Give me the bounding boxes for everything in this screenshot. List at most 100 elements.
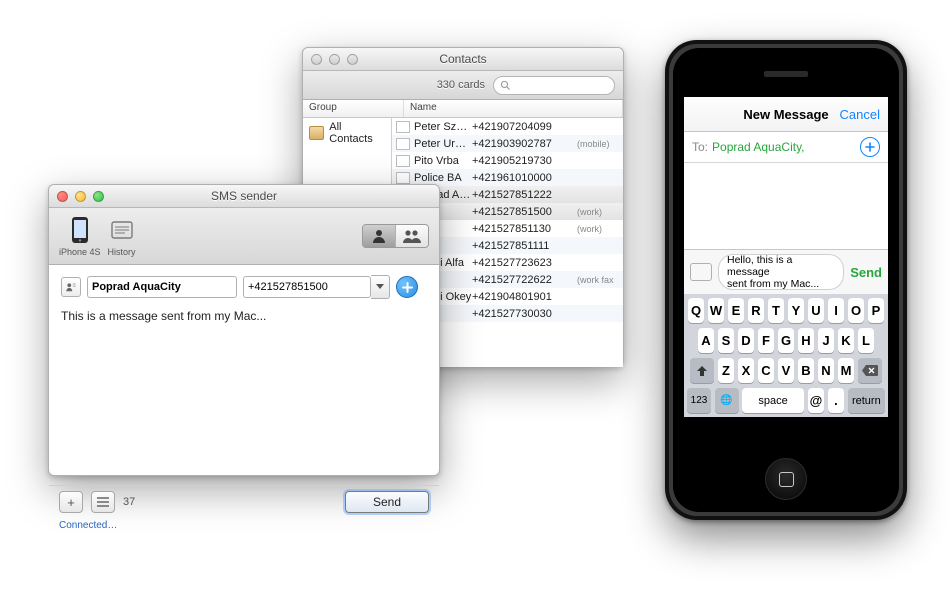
key-n[interactable]: N bbox=[818, 358, 835, 383]
add-contact-button[interactable] bbox=[860, 137, 880, 157]
minimize-icon[interactable] bbox=[329, 54, 340, 65]
close-icon[interactable] bbox=[57, 191, 68, 202]
key-123[interactable]: 123 bbox=[687, 388, 711, 413]
contact-name: Peter Urbančík bbox=[414, 138, 472, 150]
recipient-name-input[interactable] bbox=[87, 276, 237, 298]
key-g[interactable]: G bbox=[778, 328, 795, 353]
key-p[interactable]: P bbox=[868, 298, 885, 323]
key-r[interactable]: R bbox=[748, 298, 765, 323]
group-label: All Contacts bbox=[329, 121, 385, 145]
list-icon bbox=[97, 497, 109, 507]
home-button[interactable] bbox=[765, 458, 807, 500]
key-return[interactable]: return bbox=[848, 388, 885, 413]
key-z[interactable]: Z bbox=[718, 358, 735, 383]
key-h[interactable]: H bbox=[798, 328, 815, 353]
key-d[interactable]: D bbox=[738, 328, 755, 353]
key-i[interactable]: I bbox=[828, 298, 845, 323]
contacts-titlebar[interactable]: Contacts bbox=[303, 48, 623, 71]
chevron-down-icon bbox=[376, 284, 384, 290]
minimize-icon[interactable] bbox=[75, 191, 86, 202]
key-at[interactable]: @ bbox=[808, 388, 825, 413]
header-name[interactable]: Name bbox=[404, 100, 623, 117]
input-row: Hello, this is a message sent from my Ma… bbox=[684, 249, 888, 294]
key-space[interactable]: space bbox=[742, 388, 804, 413]
device-button[interactable]: iPhone 4S bbox=[59, 215, 101, 257]
connection-status[interactable]: Connected… bbox=[59, 520, 117, 531]
message-textarea[interactable]: This is a message sent from my Mac... bbox=[61, 309, 427, 485]
vcard-icon bbox=[65, 281, 77, 293]
key-w[interactable]: W bbox=[708, 298, 725, 323]
bubble-line2: sent from my Mac... bbox=[727, 278, 835, 290]
recipient-phone-input[interactable] bbox=[243, 276, 371, 298]
multi-recipient-button[interactable] bbox=[396, 225, 428, 247]
contact-name: Pito Vrba bbox=[414, 155, 472, 167]
key-shift[interactable] bbox=[690, 358, 714, 383]
templates-button[interactable] bbox=[91, 491, 115, 513]
key-dot[interactable]: . bbox=[828, 388, 845, 413]
table-row[interactable]: Peter Urbančík+421903902787(mobile) bbox=[392, 135, 623, 152]
key-a[interactable]: A bbox=[698, 328, 715, 353]
contact-phone: +421961010000 bbox=[472, 172, 577, 184]
zoom-icon[interactable] bbox=[93, 191, 104, 202]
message-input[interactable]: Hello, this is a message sent from my Ma… bbox=[718, 254, 844, 290]
single-recipient-button[interactable] bbox=[363, 225, 396, 247]
contacts-toolbar: 330 cards bbox=[303, 71, 623, 100]
key-u[interactable]: U bbox=[808, 298, 825, 323]
recipient-mode-segment[interactable] bbox=[362, 224, 429, 248]
status-bar: Connected… bbox=[49, 518, 439, 537]
contact-phone: +421903902787 bbox=[472, 138, 577, 150]
bubble-line1: Hello, this is a message bbox=[727, 254, 835, 278]
key-e[interactable]: E bbox=[728, 298, 745, 323]
close-icon[interactable] bbox=[311, 54, 322, 65]
contact-tag: (mobile) bbox=[577, 139, 619, 149]
iphone-icon bbox=[71, 216, 89, 244]
history-icon bbox=[109, 219, 135, 241]
key-m[interactable]: M bbox=[838, 358, 855, 383]
key-b[interactable]: B bbox=[798, 358, 815, 383]
contact-phone: +421527851500 bbox=[472, 206, 577, 218]
recipient-row bbox=[61, 275, 427, 299]
contact-phone: +421527851111 bbox=[472, 240, 577, 252]
add-button[interactable]: + bbox=[59, 491, 83, 513]
contact-phone: +421527851130 bbox=[472, 223, 577, 235]
key-y[interactable]: Y bbox=[788, 298, 805, 323]
key-f[interactable]: F bbox=[758, 328, 775, 353]
send-button[interactable]: Send bbox=[850, 265, 882, 280]
add-recipient-button[interactable] bbox=[396, 276, 418, 298]
key-k[interactable]: K bbox=[838, 328, 855, 353]
key-globe[interactable]: 🌐 bbox=[715, 388, 739, 413]
key-l[interactable]: L bbox=[858, 328, 875, 353]
header-group[interactable]: Group bbox=[303, 100, 404, 117]
cancel-button[interactable]: Cancel bbox=[840, 107, 880, 122]
people-icon bbox=[402, 228, 422, 244]
key-o[interactable]: O bbox=[848, 298, 865, 323]
address-book-icon bbox=[309, 126, 324, 140]
key-c[interactable]: C bbox=[758, 358, 775, 383]
contact-phone: +421527723623 bbox=[472, 257, 577, 269]
key-delete[interactable] bbox=[858, 358, 882, 383]
contact-tag: (work fax bbox=[577, 275, 619, 285]
key-j[interactable]: J bbox=[818, 328, 835, 353]
zoom-icon[interactable] bbox=[347, 54, 358, 65]
table-row[interactable]: Pito Vrba+421905219730 bbox=[392, 152, 623, 169]
key-t[interactable]: T bbox=[768, 298, 785, 323]
group-all-contacts[interactable]: All Contacts bbox=[303, 118, 391, 148]
camera-icon[interactable] bbox=[690, 263, 712, 281]
vcard-icon bbox=[396, 138, 410, 150]
key-s[interactable]: S bbox=[718, 328, 735, 353]
phone-dropdown-button[interactable] bbox=[371, 275, 390, 299]
keyboard: QWERTYUIOP ASDFGHJKL ZXCVBNM 123 🌐 space… bbox=[684, 294, 888, 418]
key-v[interactable]: V bbox=[778, 358, 795, 383]
search-icon bbox=[500, 80, 511, 91]
contact-picker-button[interactable] bbox=[61, 277, 81, 297]
send-button[interactable]: Send bbox=[345, 491, 429, 513]
history-button[interactable]: History bbox=[107, 215, 137, 257]
sms-titlebar[interactable]: SMS sender bbox=[49, 185, 439, 208]
char-count: 37 bbox=[123, 496, 135, 508]
key-x[interactable]: X bbox=[738, 358, 755, 383]
to-row[interactable]: To: Poprad AquaCity, bbox=[684, 132, 888, 163]
table-row[interactable]: Peter Szakál (…)+421907204099 bbox=[392, 118, 623, 135]
search-input[interactable] bbox=[493, 76, 615, 95]
message-area[interactable] bbox=[684, 163, 888, 249]
key-q[interactable]: Q bbox=[688, 298, 705, 323]
